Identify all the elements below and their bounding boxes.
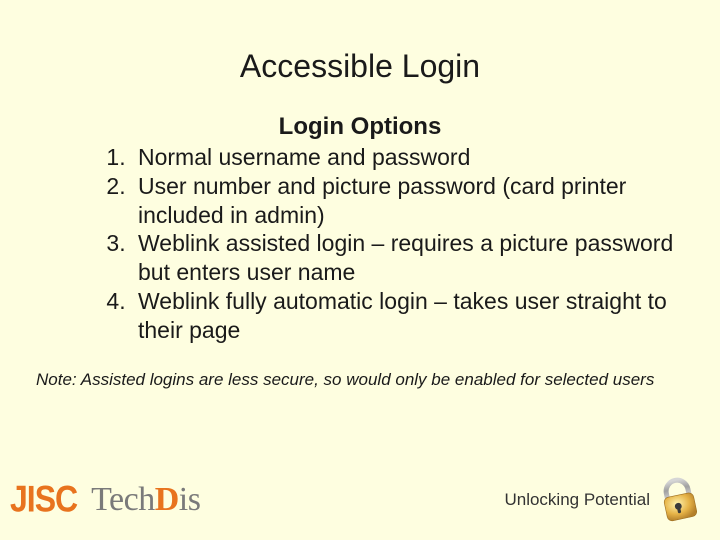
list-item: Normal username and password — [132, 143, 678, 172]
techdis-logo: TechDis — [91, 481, 200, 519]
tagline-text: Unlocking Potential — [504, 490, 650, 510]
footer: JISC TechDis Unlocking Potential — [10, 470, 700, 530]
login-options-list: Normal username and password User number… — [42, 143, 678, 344]
list-item: User number and picture password (card p… — [132, 172, 678, 230]
techdis-is: is — [179, 481, 201, 518]
lock-icon — [658, 477, 700, 523]
slide-subtitle: Login Options — [42, 113, 678, 141]
logo-block: JISC TechDis — [10, 481, 200, 519]
list-item: Weblink assisted login – requires a pict… — [132, 229, 678, 287]
jisc-logo: JISC — [10, 478, 77, 521]
slide-title: Accessible Login — [42, 48, 678, 85]
list-item: Weblink fully automatic login – takes us… — [132, 287, 678, 345]
note-text: Note: Assisted logins are less secure, s… — [36, 370, 678, 390]
techdis-d: D — [155, 481, 179, 518]
techdis-tech: Tech — [91, 481, 155, 518]
tagline-block: Unlocking Potential — [504, 477, 700, 523]
